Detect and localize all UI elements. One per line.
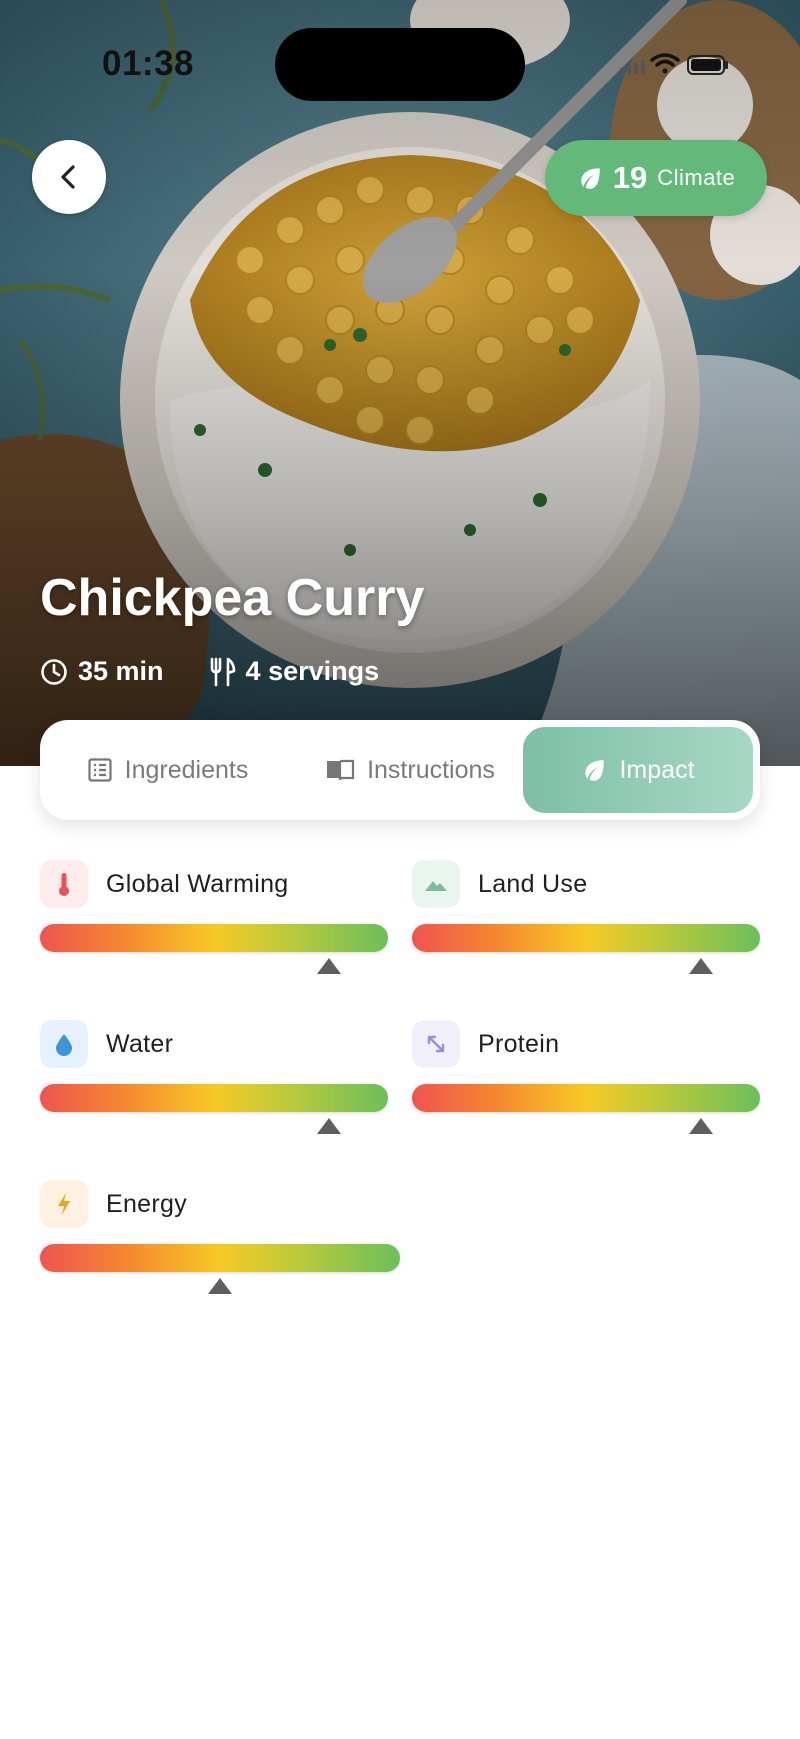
metric-global-warming: Global Warming bbox=[40, 860, 390, 980]
clock-icon bbox=[41, 658, 67, 685]
impact-scale-bar bbox=[412, 924, 760, 952]
tab-impact[interactable]: Impact bbox=[523, 727, 753, 813]
metric-land-use: Land Use bbox=[412, 860, 762, 980]
leaf-icon bbox=[581, 168, 600, 189]
metric-label: Protein bbox=[478, 1029, 560, 1058]
tab-impact-label: Impact bbox=[619, 755, 695, 784]
mountain-icon bbox=[412, 860, 460, 908]
impact-marker bbox=[688, 958, 713, 974]
recipe-meta: 35 min 4 servings bbox=[40, 656, 423, 687]
thermometer-icon bbox=[40, 860, 88, 908]
status-time: 01:38 bbox=[102, 44, 195, 83]
tab-instructions[interactable]: Instructions bbox=[295, 727, 525, 813]
battery-icon bbox=[687, 55, 728, 75]
back-button[interactable] bbox=[32, 140, 106, 214]
impact-marker bbox=[688, 1118, 713, 1134]
impact-scale-bar bbox=[40, 1084, 388, 1112]
metric-label: Energy bbox=[106, 1189, 188, 1218]
bolt-icon bbox=[40, 1180, 88, 1228]
leaf-icon bbox=[585, 760, 605, 781]
dynamic-island bbox=[275, 28, 525, 101]
tab-ingredients[interactable]: Ingredients bbox=[40, 727, 295, 813]
impact-scale-bar bbox=[40, 1244, 400, 1272]
hero-image: 01:38 19 Climate Chickpea Curry 35 min 4… bbox=[0, 0, 800, 766]
servings-value: 4 servings bbox=[245, 656, 380, 686]
droplet-icon bbox=[40, 1020, 88, 1068]
status-icons bbox=[620, 53, 728, 75]
metric-label: Global Warming bbox=[106, 869, 289, 898]
impact-marker bbox=[316, 958, 341, 974]
metric-water: Water bbox=[40, 1020, 390, 1140]
cook-time-value: 35 min bbox=[78, 656, 164, 686]
metric-protein: Protein bbox=[412, 1020, 762, 1140]
climate-score-label: Climate bbox=[657, 165, 736, 190]
tab-instructions-label: Instructions bbox=[367, 755, 495, 784]
recipe-title: Chickpea Curry bbox=[40, 569, 425, 627]
metric-label: Water bbox=[106, 1029, 174, 1058]
servings: 4 servings bbox=[208, 656, 380, 687]
arrows-icon bbox=[412, 1020, 460, 1068]
metric-energy: Energy bbox=[40, 1180, 400, 1300]
impact-marker bbox=[316, 1118, 341, 1134]
list-icon bbox=[88, 758, 112, 782]
book-icon bbox=[327, 759, 355, 781]
utensils-icon bbox=[210, 657, 235, 686]
chevron-left-icon bbox=[61, 165, 75, 189]
recipe-tabs: Ingredients Instructions Impact bbox=[40, 720, 760, 820]
metric-label: Land Use bbox=[478, 869, 588, 898]
impact-scale-bar bbox=[412, 1084, 760, 1112]
impact-scale-bar bbox=[40, 924, 388, 952]
cellular-icon bbox=[620, 60, 645, 74]
climate-score-badge[interactable]: 19 Climate bbox=[545, 140, 767, 216]
climate-score-value: 19 bbox=[612, 160, 648, 195]
hero-overlay bbox=[0, 0, 800, 766]
tab-ingredients-label: Ingredients bbox=[124, 755, 249, 784]
wifi-icon bbox=[650, 53, 680, 74]
cook-time: 35 min bbox=[40, 656, 164, 687]
impact-marker bbox=[208, 1278, 232, 1294]
